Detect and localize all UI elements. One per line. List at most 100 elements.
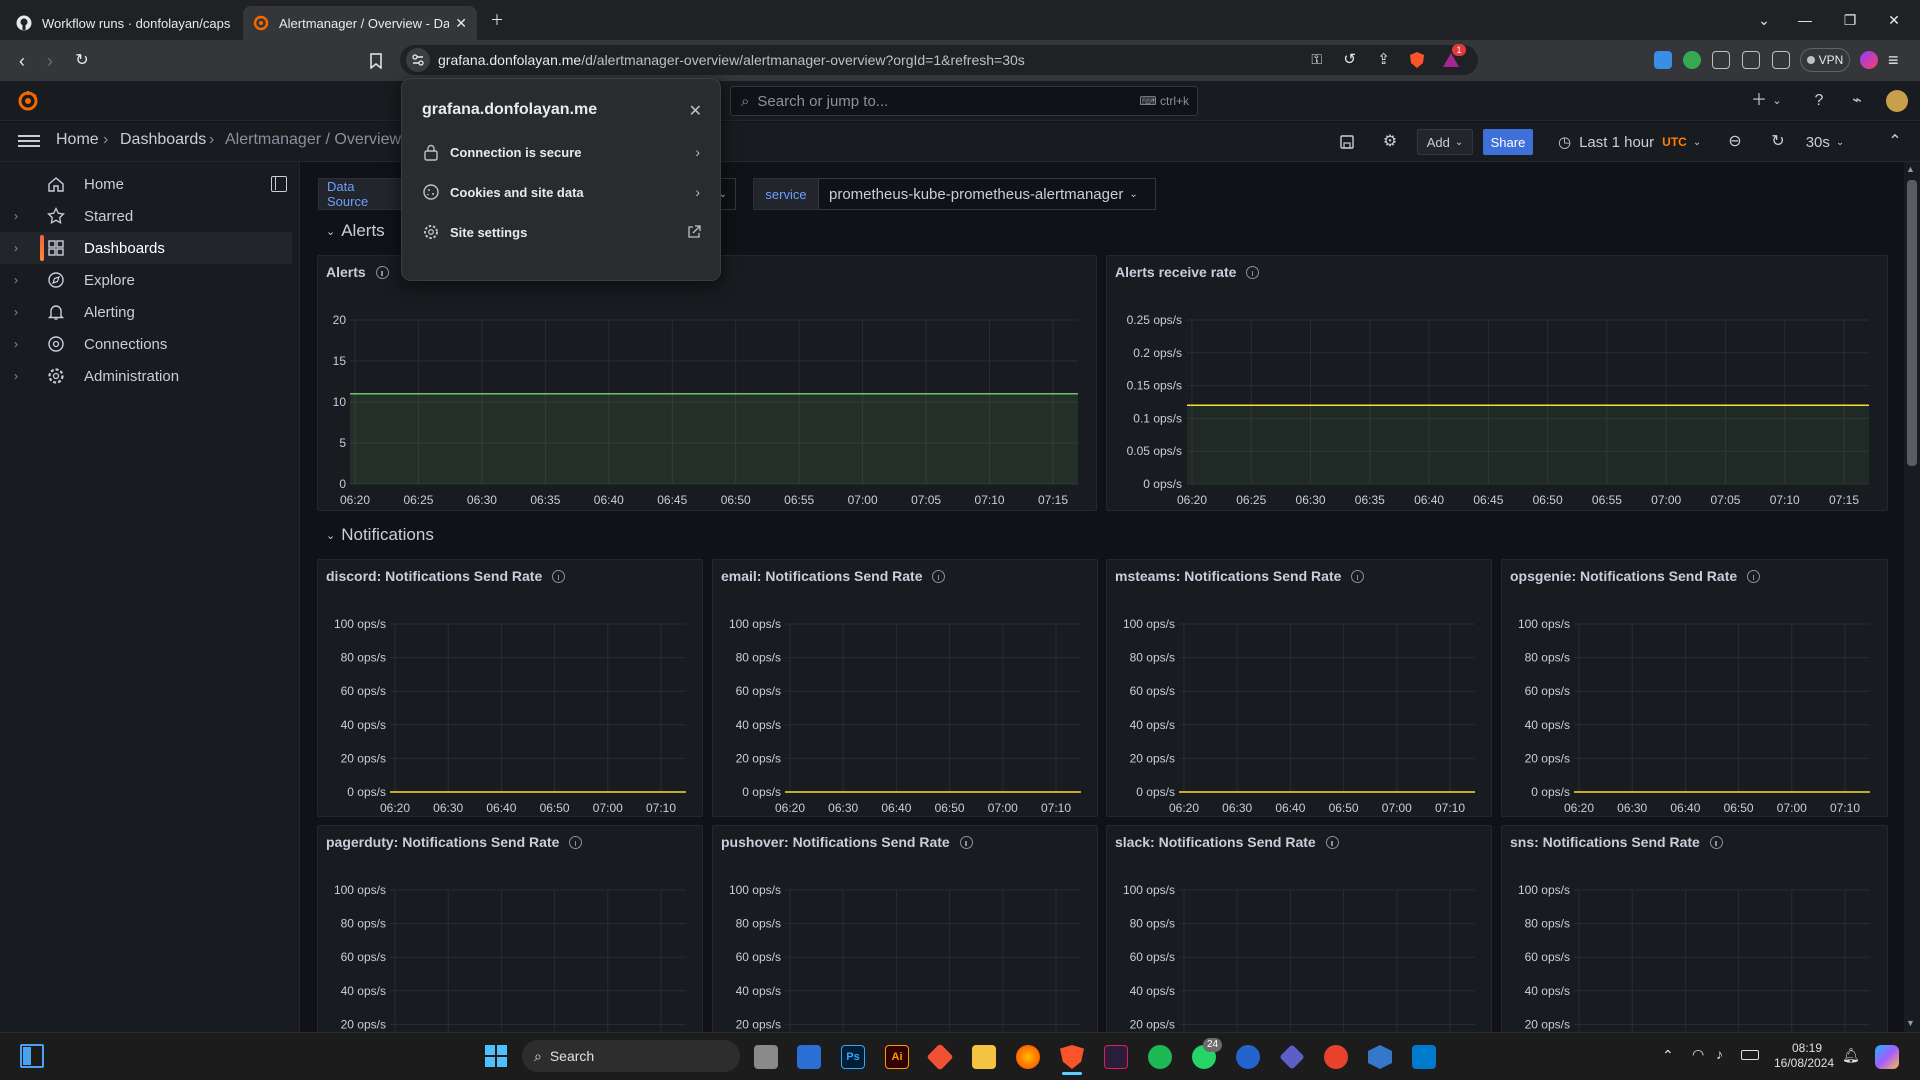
refresh-icon[interactable]: ↻ [1767, 131, 1789, 153]
firefox-icon[interactable] [1016, 1045, 1040, 1069]
browser-menu-icon[interactable]: ≡ [1888, 50, 1899, 71]
todo-icon[interactable] [1236, 1045, 1260, 1069]
spotify-icon[interactable] [1148, 1045, 1172, 1069]
volume-icon[interactable]: ♪ [1716, 1046, 1723, 1062]
breadcrumb-home[interactable]: Home [56, 131, 99, 149]
panel-alerts[interactable]: Alerts 20 15 10 5 0 06:20 06:25 06:30 06:35 06:40 0… [317, 255, 1097, 511]
notification-bell-icon[interactable]: 🔔︎ [1842, 1047, 1860, 1064]
panel-pushover-send-rate[interactable]: pushover: Notifications Send Rate 100 ops… [712, 825, 1098, 1035]
vscode-icon[interactable] [1412, 1045, 1436, 1069]
taskbar-search-box[interactable]: ⌕ Search [522, 1040, 740, 1072]
tab-search-chevron-icon[interactable]: ⌄ [1752, 8, 1776, 32]
tray-overflow-chevron-icon[interactable]: ⌃ [1662, 1047, 1674, 1064]
share-button[interactable]: Share [1483, 129, 1533, 155]
scrollbar-thumb[interactable] [1907, 180, 1917, 466]
row-header-alerts[interactable]: ⌄ Alerts [326, 221, 385, 241]
history-icon[interactable]: ↺ [1343, 50, 1356, 68]
chevron-down-icon[interactable]: ⌄ [1766, 90, 1788, 112]
back-icon[interactable]: ‹ [10, 49, 34, 73]
expand-chevron-icon[interactable]: › [14, 241, 18, 255]
sidebar-item-administration[interactable]: › Administration [0, 360, 292, 392]
news-rss-icon[interactable]: ⌁ [1846, 90, 1868, 112]
extensions-puzzle-icon[interactable] [1712, 51, 1730, 69]
row-header-notifications[interactable]: ⌄ Notifications [326, 525, 434, 545]
extension-icon[interactable] [1683, 51, 1701, 69]
connection-secure-item[interactable]: Connection is secure › [402, 133, 722, 171]
key-icon[interactable]: ⚿ [1311, 51, 1322, 68]
vpn-button[interactable]: VPN [1800, 48, 1850, 72]
panel-slack-send-rate[interactable]: slack: Notifications Send Rate 100 ops/s 8… [1106, 825, 1492, 1035]
panel-opsgenie-send-rate[interactable]: opsgenie: Notifications Send Rate 100 ops… [1501, 559, 1888, 817]
widgets-icon[interactable] [20, 1044, 44, 1068]
menu-hamburger-icon[interactable] [18, 132, 40, 150]
sidebar-item-dashboards[interactable]: › Dashboards [0, 232, 292, 264]
copilot-icon[interactable] [1875, 1045, 1899, 1069]
sidebar-toggle-icon[interactable] [1742, 51, 1760, 69]
expand-chevron-icon[interactable]: › [14, 305, 18, 319]
new-tab-icon[interactable]: ＋ [485, 8, 509, 32]
expand-chevron-icon[interactable]: › [14, 369, 18, 383]
sidebar-item-explore[interactable]: › Explore [0, 264, 292, 296]
panel-email-send-rate[interactable]: email: Notifications Send Rate 100 ops/s 8… [712, 559, 1098, 817]
panel-discord-send-rate[interactable]: discord: Notifications Send Rate 100 ops/… [317, 559, 703, 817]
brave-shield-icon[interactable] [1408, 51, 1426, 69]
sidebar-item-starred[interactable]: › Starred [0, 200, 292, 232]
close-window-icon[interactable]: ✕ [1882, 8, 1906, 32]
illustrator-icon[interactable]: Ai [885, 1045, 909, 1069]
file-explorer-icon[interactable] [972, 1045, 996, 1069]
browser-tab-grafana[interactable]: Alertmanager / Overview - Dashboards ✕ [243, 6, 477, 40]
windows-start-icon[interactable] [484, 1044, 508, 1068]
variable-select-service[interactable]: prometheus-kube-prometheus-alertmanager ⌄ [818, 178, 1156, 210]
app-icon[interactable] [1104, 1045, 1128, 1069]
panel-alerts-receive-rate[interactable]: Alerts receive rate 0.25 ops/s 0.2 ops/s 0.… [1106, 255, 1888, 511]
save-dashboard-icon[interactable] [1336, 131, 1358, 153]
sidebar-item-label: Home [84, 175, 125, 193]
x-tick-label: 06:20 [1169, 801, 1199, 815]
close-tab-icon[interactable]: ✕ [455, 15, 467, 32]
wps-office-icon[interactable] [1324, 1045, 1348, 1069]
task-view-icon[interactable] [754, 1045, 778, 1069]
browser-tab-github[interactable]: Workflow runs · donfolayan/capstone [6, 6, 240, 40]
expand-chevron-icon[interactable]: › [14, 273, 18, 287]
panel-msteams-send-rate[interactable]: msteams: Notifications Send Rate 100 ops/… [1106, 559, 1492, 817]
bookmark-icon[interactable] [364, 49, 388, 73]
close-icon[interactable]: ✕ [689, 101, 702, 121]
restore-icon[interactable]: ❐ [1838, 8, 1862, 32]
site-settings-item[interactable]: Site settings [402, 213, 722, 251]
leo-ai-icon[interactable] [1860, 51, 1878, 69]
refresh-interval-picker[interactable]: 30s ⌄ [1800, 129, 1850, 155]
expand-chevron-icon[interactable]: › [14, 209, 18, 223]
wallet-icon[interactable] [1772, 51, 1790, 69]
time-range-picker[interactable]: ◷ Last 1 hour UTC ⌄ [1558, 129, 1706, 155]
photoshop-icon[interactable]: Ps [841, 1045, 865, 1069]
wifi-icon[interactable]: ◠ [1692, 1046, 1704, 1063]
add-button[interactable]: Add ⌄ [1417, 129, 1473, 155]
sidebar-item-alerting[interactable]: › Alerting [0, 296, 292, 328]
breadcrumb-dashboards[interactable]: Dashboards [120, 131, 206, 149]
dashboard-settings-gear-icon[interactable]: ⚙ [1379, 131, 1401, 153]
zoom-out-icon[interactable]: ⊖ [1724, 131, 1746, 153]
sidebar-item-home[interactable]: Home [0, 168, 292, 200]
avatar[interactable] [1886, 90, 1908, 112]
share-page-icon[interactable]: ⇪ [1377, 50, 1390, 68]
collapse-chevron-up-icon[interactable]: ⌃ [1884, 131, 1906, 153]
panel-pagerduty-send-rate[interactable]: pagerduty: Notifications Send Rate 100 op… [317, 825, 703, 1035]
site-info-icon[interactable] [406, 48, 430, 72]
grafana-logo-icon[interactable] [16, 89, 40, 113]
panel-sns-send-rate[interactable]: sns: Notifications Send Rate 100 ops/s 80 … [1501, 825, 1888, 1035]
address-bar[interactable]: grafana.donfolayan.me/d/alertmanager-ove… [400, 44, 1478, 75]
search-input[interactable]: ⌕ Search or jump to... ⌨ ctrl+k [730, 86, 1198, 116]
expand-chevron-icon[interactable]: › [14, 337, 18, 351]
help-icon[interactable]: ? [1808, 90, 1830, 112]
sidebar-item-connections[interactable]: › Connections [0, 328, 292, 360]
scroll-up-icon[interactable]: ▲ [1906, 164, 1915, 174]
cookies-site-data-item[interactable]: Cookies and site data › [402, 173, 722, 211]
minimize-icon[interactable]: — [1793, 8, 1817, 32]
extension-icon[interactable] [1654, 51, 1672, 69]
scroll-down-icon[interactable]: ▼ [1906, 1018, 1915, 1028]
forward-icon[interactable]: › [38, 49, 62, 73]
reload-icon[interactable]: ↻ [70, 49, 94, 73]
clock-date[interactable]: 08:19 16/08/2024 [1774, 1041, 1834, 1071]
store-icon[interactable] [797, 1045, 821, 1069]
battery-icon[interactable] [1741, 1050, 1759, 1060]
